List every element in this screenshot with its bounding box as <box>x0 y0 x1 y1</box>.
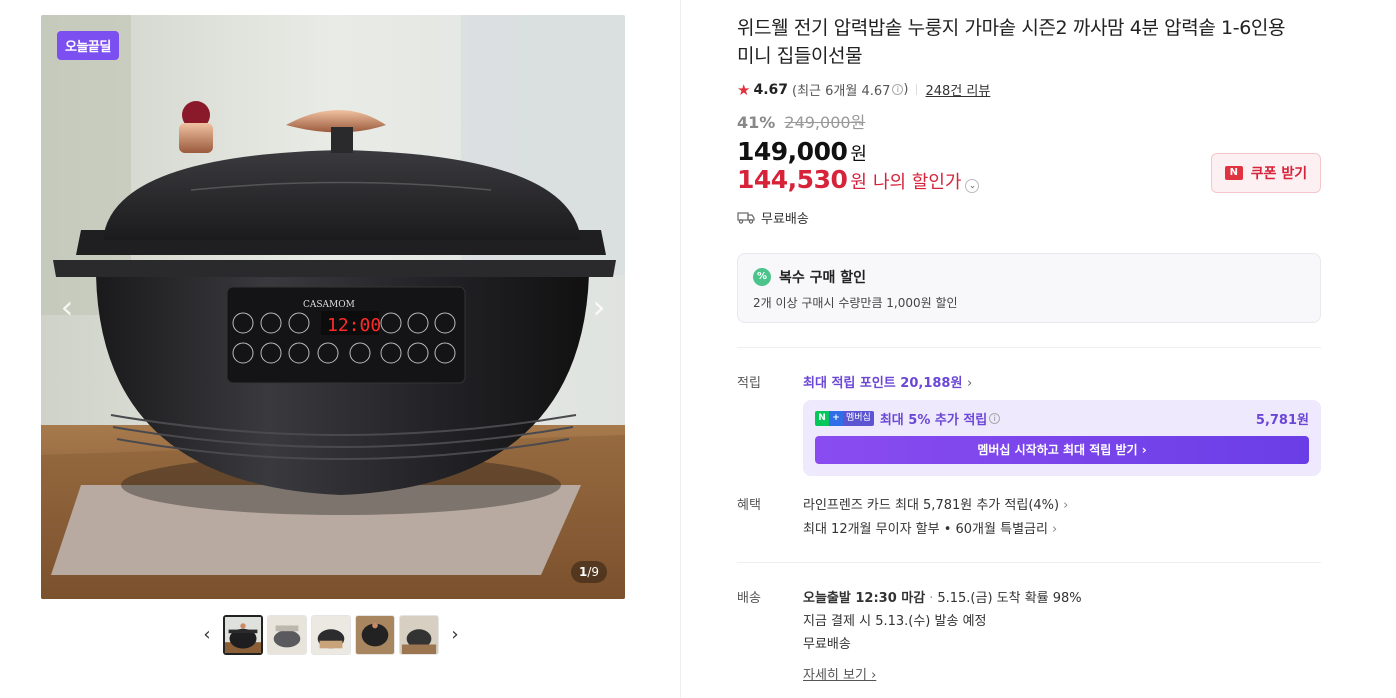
sale-price-unit: 원 <box>850 144 867 165</box>
discount-percent: 41% <box>737 113 776 132</box>
points-row: 적립 최대 적립 포인트 20,188원 › N + 멤버십 최대 5% 추가 적립… <box>737 372 1321 476</box>
delivery-fee: 무료배송 <box>803 637 851 652</box>
membership-box: N + 멤버십 최대 5% 추가 적립 i 5,781원 멤버십 시작하고 최대 적… <box>803 400 1321 476</box>
product-logo-text: CASAMOM <box>303 300 355 310</box>
naver-coupon-icon: N <box>1224 166 1243 180</box>
original-price: 249,000원 <box>784 113 866 132</box>
star-icon: ★ <box>737 80 751 99</box>
thumbnail-2[interactable] <box>267 615 307 655</box>
product-title: 위드웰 전기 압력밥솥 누룽지 가마솥 시즌2 까사맘 4분 압력솥 1-6인용… <box>737 17 1286 67</box>
my-price: 144,530 <box>737 165 848 194</box>
thumbnail-strip: ‹ › <box>195 615 467 655</box>
thumbnail-5[interactable] <box>399 615 439 655</box>
image-counter: 1/9 <box>570 561 607 583</box>
info-icon[interactable]: i <box>892 84 904 95</box>
thumbnail-4[interactable] <box>355 615 395 655</box>
thumbnail-3[interactable] <box>311 615 351 655</box>
multi-buy-head: % 복수 구매 할인 <box>753 267 1305 287</box>
original-price-row: 41% 249,000원 <box>737 109 1321 133</box>
product-photo: CASAMOM 12:00 <box>41 15 625 599</box>
membership-text: 최대 5% 추가 적립 <box>879 413 988 428</box>
chevron-left-icon[interactable]: ‹ <box>53 291 81 323</box>
section-divider <box>737 347 1321 348</box>
multi-buy-title: 복수 구매 할인 <box>779 270 867 286</box>
my-price-label: 나의 할인가 <box>872 172 962 193</box>
product-display-text: 12:00 <box>327 315 381 336</box>
max-points-text: 최대 적립 포인트 20,188원 <box>803 376 963 391</box>
thumbnail-image <box>356 616 394 654</box>
delivery-arrival: 5.15.(금) 도착 확률 98% <box>937 591 1082 606</box>
benefit-card-text: 라인프렌즈 카드 최대 5,781원 추가 적립(4%) <box>803 498 1060 513</box>
delivery-row: 배송 오늘출발 12:30 마감 · 5.15.(금) 도착 확률 98% 지금 결… <box>737 587 1321 683</box>
section-divider <box>737 562 1321 563</box>
points-label: 적립 <box>737 376 761 391</box>
chevron-right-icon: › <box>1063 498 1069 513</box>
shipping-text: 무료배송 <box>761 212 809 227</box>
product-info: 위드웰 전기 압력밥솥 누룽지 가마솥 시즌2 까사맘 4분 압력솥 1-6인용… <box>737 14 1321 683</box>
coupon-label: 쿠폰 받기 <box>1250 166 1308 182</box>
benefits-row: 혜택 라인프렌즈 카드 최대 5,781원 추가 적립(4%) › 최대 12개월… <box>737 494 1321 542</box>
benefits-label: 혜택 <box>737 498 761 513</box>
sale-price: 149,000 <box>737 137 848 166</box>
delivery-label: 배송 <box>737 591 761 606</box>
thumb-prev-icon[interactable]: ‹ <box>195 615 219 655</box>
thumbnail-image <box>400 616 438 654</box>
delivery-today: 오늘출발 12:30 마감 · 5.15.(금) 도착 확률 98% <box>803 591 1082 606</box>
chevron-right-icon: › <box>1051 522 1058 537</box>
thumbnail-image <box>268 616 306 654</box>
benefit-installment-text: 최대 12개월 무이자 할부 • 60개월 특별금리 <box>803 522 1048 537</box>
membership-tag: 멤버십 <box>843 411 874 426</box>
review-count-link[interactable]: 248건 리뷰 <box>925 80 990 99</box>
deal-badge: 오늘끝딜 <box>57 31 119 60</box>
column-divider <box>680 0 681 698</box>
multi-buy-discount: % 복수 구매 할인 2개 이상 구매시 수량만큼 1,000원 할인 <box>737 253 1321 323</box>
delivery-ship-note: 지금 결제 시 5.13.(수) 발송 예정 <box>803 614 987 629</box>
benefit-card-link[interactable]: 라인프렌즈 카드 최대 5,781원 추가 적립(4%) › <box>803 494 1321 518</box>
product-image-gallery[interactable]: CASAMOM 12:00 오늘끝딜 ‹ › 1/9 <box>41 15 625 599</box>
my-price-unit: 원 <box>850 172 867 193</box>
rating-recent-close: ) <box>903 82 909 97</box>
naver-plus-icon: N + 멤버십 <box>815 411 874 426</box>
chevron-right-icon: › <box>966 376 973 391</box>
percent-icon: % <box>753 268 771 286</box>
truck-icon <box>737 212 755 224</box>
delivery-detail-link[interactable]: 자세히 보기 › <box>803 664 876 683</box>
membership-start-button[interactable]: 멤버십 시작하고 최대 적립 받기 › <box>815 436 1309 464</box>
rating-recent: (최근 6개월 4.67 <box>792 84 891 99</box>
thumbnail-1[interactable] <box>223 615 263 655</box>
shipping-row: 무료배송 <box>737 208 1321 227</box>
coupon-button[interactable]: N 쿠폰 받기 <box>1211 153 1321 193</box>
rating-score: 4.67 <box>753 81 788 98</box>
thumbnail-image <box>225 617 261 653</box>
delivery-detail-text: 자세히 보기 <box>803 668 867 683</box>
chevron-down-icon[interactable]: ⌄ <box>965 179 980 193</box>
delivery-cutoff: 오늘출발 12:30 마감 <box>803 591 926 606</box>
max-points-link[interactable]: 최대 적립 포인트 20,188원 › <box>803 372 1321 391</box>
image-counter-total: /9 <box>587 565 599 579</box>
benefit-installment-link[interactable]: 최대 12개월 무이자 할부 • 60개월 특별금리 › <box>803 518 1321 542</box>
thumb-next-icon[interactable]: › <box>443 615 467 655</box>
membership-amount: 5,781원 <box>1255 413 1309 428</box>
thumbnail-image <box>312 616 350 654</box>
divider <box>916 84 918 95</box>
rating-row: ★ 4.67 (최근 6개월 4.67 i ) 248건 리뷰 <box>737 80 1321 100</box>
multi-buy-desc: 2개 이상 구매시 수량만큼 1,000원 할인 <box>753 296 958 310</box>
chevron-right-icon[interactable]: › <box>585 291 613 323</box>
info-icon[interactable]: i <box>989 413 1001 424</box>
